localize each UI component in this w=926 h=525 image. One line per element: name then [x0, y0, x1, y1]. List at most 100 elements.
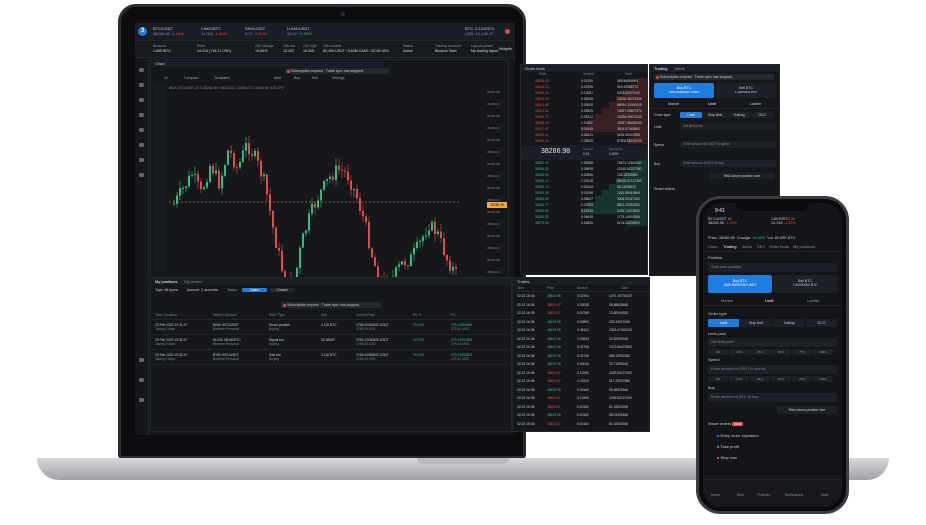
phone-tab-limit[interactable]: Limit: [765, 298, 773, 303]
status-open-toggle[interactable]: Open: [242, 288, 267, 292]
pair-selector[interactable]: Binance CAKE/BTC: [153, 44, 171, 54]
percent-chip[interactable]: 10%: [729, 376, 749, 382]
sidebar-icon-1[interactable]: [139, 68, 144, 72]
templates-button[interactable]: Templates: [214, 76, 230, 80]
account-filter[interactable]: Account: 2 accounts: [187, 288, 219, 292]
phone-smart-item-2[interactable]: ■ Take profit: [703, 444, 842, 450]
phone-position-select[interactable]: Start new position: [708, 263, 837, 272]
layout-preset-selector[interactable]: Layout preset My trading layout: [471, 44, 498, 54]
percent-chip[interactable]: 50%: [771, 349, 791, 355]
phone-order-type-trailing[interactable]: Trailing: [773, 319, 805, 327]
sidebar-icon-2[interactable]: [139, 83, 144, 87]
phone-nav-portfolio[interactable]: Portfolio: [758, 493, 770, 497]
phone-tab-ladder[interactable]: Ladder: [807, 298, 819, 303]
sidebar-icon-10[interactable]: [139, 378, 144, 382]
order-type-stop-limit[interactable]: Stop limit: [703, 112, 727, 118]
percent-chip[interactable]: 0%: [708, 376, 728, 382]
percent-chip[interactable]: 25%: [750, 349, 770, 355]
phone-order-type-stop-limit[interactable]: Stop limit: [740, 319, 772, 327]
tab-my-positions[interactable]: My positions: [155, 279, 177, 284]
order-type-trailing[interactable]: Trailing: [728, 112, 750, 118]
phone-tab-sec[interactable]: SEC: [757, 244, 765, 249]
sell-chart-button[interactable]: Sell: [312, 76, 318, 80]
phone-tab-trading[interactable]: Trading: [723, 244, 736, 249]
phone-sell-btc-button[interactable]: Sell BTC 1.00000000 BTC: [773, 275, 837, 293]
percent-chip[interactable]: 10%: [729, 349, 749, 355]
spend-input[interactable]: Enter amount of USDT to spend: [680, 141, 776, 148]
percent-chip[interactable]: 0%: [708, 349, 728, 355]
phone-risk-position-button[interactable]: Risk-based position size: [777, 406, 837, 414]
phone-nav-home[interactable]: Home: [711, 493, 720, 497]
phone-nav-bots[interactable]: Bots: [737, 493, 744, 497]
smart-orders-toggle[interactable]: Smart orders: [654, 187, 675, 191]
notification-dot-icon[interactable]: [505, 29, 510, 34]
phone-limit-input[interactable]: Set limit price: [708, 338, 837, 347]
phone-tab-alerts[interactable]: Alerts: [742, 244, 752, 249]
phone-smart-orders[interactable]: Smart orders NEW: [703, 421, 842, 427]
sidebar-icon-3[interactable]: [139, 98, 144, 102]
timeframe-button[interactable]: 1h: [164, 76, 168, 80]
position-row[interactable]: 23 Feb 2022 19:31:37 Taking 2 days KUCN: N…: [151, 336, 511, 350]
compare-button[interactable]: Compare: [184, 76, 198, 80]
phone-order-type-limit[interactable]: Limit: [708, 319, 739, 327]
type-filter[interactable]: Type: All types: [155, 288, 178, 292]
sell-btc-button[interactable]: Sell BTC 1.00000000 BTC: [716, 83, 776, 98]
ticker-snx-usdt[interactable]: SNX/USDT 4.07 -0.51%: [245, 26, 267, 36]
alert-button[interactable]: Alert: [274, 76, 281, 80]
order-type-oco[interactable]: OCO: [751, 112, 773, 118]
phone-tab-positions[interactable]: My positions: [793, 244, 815, 249]
percent-chip[interactable]: 25%: [750, 376, 770, 382]
phone-buy-amount-input[interactable]: Enter amount of BTC to buy: [708, 393, 837, 402]
sidebar-icon-9[interactable]: [139, 358, 144, 362]
phone-tab-market[interactable]: Market: [721, 298, 733, 303]
sidebar-icon-7[interactable]: [139, 158, 144, 162]
phone-nav-notifications[interactable]: Notifications: [785, 493, 803, 497]
drawing-tools-bar[interactable]: [154, 85, 166, 285]
phone-spend-input[interactable]: Enter amount of USDT to spend: [708, 365, 837, 374]
tab-limit[interactable]: Limit: [708, 102, 716, 106]
phone-ticker-1[interactable]: BTC/USDT BI 38286.98 -1.13%: [708, 217, 768, 230]
phone-ticker-2[interactable]: CAKE/BTC BI 14.318 -1.00%: [771, 217, 831, 230]
tab-my-orders[interactable]: My orders: [184, 279, 202, 284]
percent-chip[interactable]: 100%: [813, 349, 833, 355]
position-row[interactable]: 23 Feb 2022 19:31:37 Taking 2 days BYBI: B…: [151, 351, 511, 365]
order-type-limit[interactable]: Limit: [680, 112, 702, 118]
position-row[interactable]: 23 Feb 2022 19:31:37 Taking 2 days BINA: B…: [151, 321, 511, 335]
risk-position-size-button[interactable]: Risk-based position size: [710, 173, 774, 179]
phone-order-type-oco[interactable]: OCO: [806, 319, 837, 327]
tab-alerts[interactable]: Alerts: [675, 66, 685, 71]
orderbook-row[interactable]: 38279.00 0.16000 6124.64000000: [521, 220, 647, 226]
phone-tab-orderbook[interactable]: Order book: [769, 244, 789, 249]
orderbook-row[interactable]: 38290.00 2.28539 87508.58210000: [521, 138, 647, 144]
ticker-btc-usdt[interactable]: BTC/USDT 38286.98 -1.13%: [153, 26, 184, 36]
phone-smart-item-3[interactable]: ■ Stop loss: [703, 455, 842, 461]
buy-btc-button[interactable]: Buy BTC 1000.00000000 USDT: [654, 83, 714, 98]
phone-tab-chart[interactable]: Chart: [708, 244, 718, 249]
phone-buy-btc-button[interactable]: Buy BTC 1000.00000000 USDT: [708, 275, 772, 293]
sidebar-icon-5[interactable]: [139, 128, 144, 132]
phone-smart-item-1[interactable]: ■ Entry order expiration: [703, 433, 842, 439]
sidebar-icon-8[interactable]: [139, 173, 144, 177]
tab-market[interactable]: Market: [668, 102, 679, 106]
candlestick-chart[interactable]: [169, 94, 459, 284]
limit-price-input[interactable]: Set limit price: [680, 123, 776, 130]
percent-chip[interactable]: 50%: [771, 376, 791, 382]
sidebar-icon-11[interactable]: [139, 398, 144, 402]
percent-chip[interactable]: 100%: [813, 376, 833, 382]
status-closed-toggle[interactable]: Closed: [269, 288, 295, 292]
percent-chip[interactable]: 75%: [792, 376, 812, 382]
tab-ladder[interactable]: Ladder: [750, 102, 761, 106]
buy-chart-button[interactable]: Buy: [294, 76, 300, 80]
sidebar-icon-4[interactable]: [139, 113, 144, 117]
phone-nav-more[interactable]: More: [821, 493, 829, 497]
percent-chip[interactable]: 75%: [792, 349, 812, 355]
sidebar-icon-6[interactable]: [139, 143, 144, 147]
account-balance[interactable]: BTC: 0.1242670 USD: 13,145.47: [465, 26, 494, 36]
settings-button[interactable]: Settings: [332, 76, 345, 80]
app-logo-icon[interactable]: 3: [138, 27, 147, 36]
ticker-luna-usdt[interactable]: LUNA/USDT 90.37 +0.33%: [287, 26, 312, 36]
trading-account-selector[interactable]: Trading account Binance Main: [435, 44, 461, 54]
ticker-cake-btc[interactable]: CAKE/BTC 14.318 -1.00%: [201, 26, 227, 36]
widgets-button[interactable]: Widgets: [499, 47, 512, 52]
buy-amount-input[interactable]: Enter amount of BTC to buy: [680, 160, 776, 167]
